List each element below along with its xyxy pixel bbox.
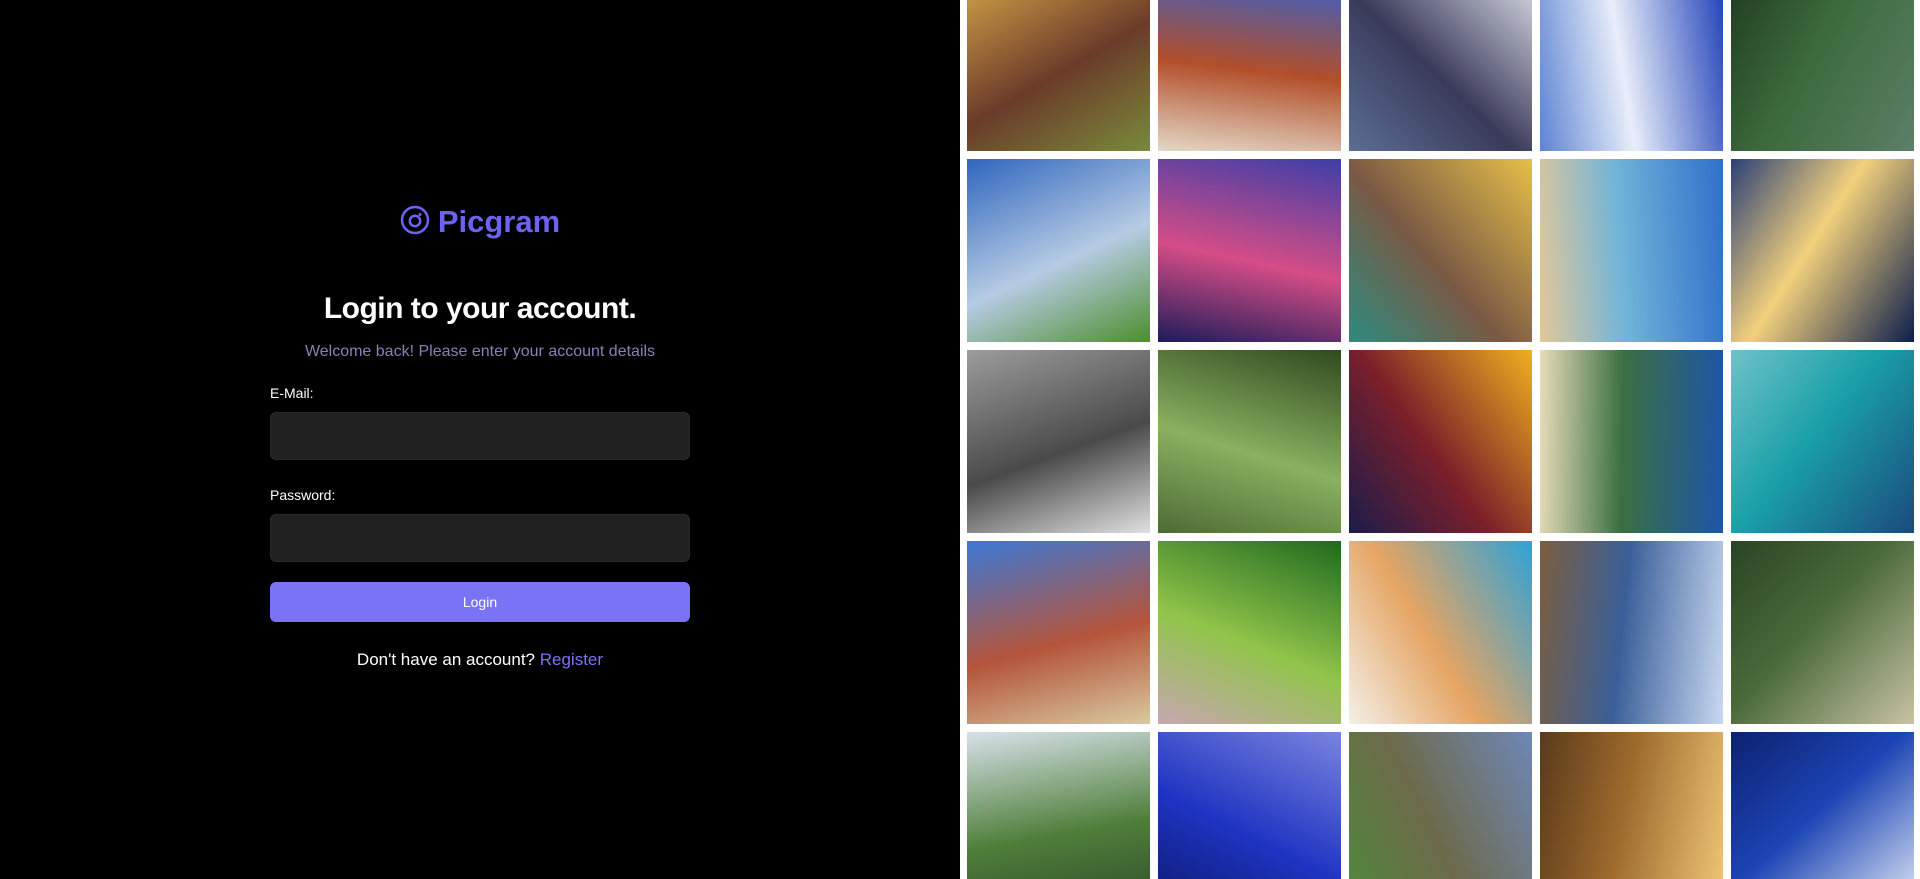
login-form: E-Mail: Password: Login: [270, 384, 690, 622]
photo-sea-shells: [1349, 159, 1532, 342]
photo-tea-plantation: [1731, 541, 1914, 724]
photo-green-tea-hills: [1731, 0, 1914, 151]
photo-valley-fields: [967, 732, 1150, 879]
password-group: Password:: [270, 486, 690, 562]
brand-name: Picgram: [437, 204, 561, 239]
photo-blue-pier: [1158, 732, 1341, 879]
no-account-text: Don't have an account?: [356, 650, 536, 669]
email-label: E-Mail:: [270, 385, 314, 401]
page-subtitle: Welcome back! Please enter your account …: [304, 343, 656, 360]
photo-forest-path: [1158, 350, 1341, 533]
photo-green-leaves: [1158, 541, 1341, 724]
photo-palm-beach: [1540, 159, 1723, 342]
photo-grid: [967, 0, 1914, 879]
photo-bottle-sunset: [1731, 159, 1914, 342]
register-link[interactable]: Register: [540, 650, 603, 669]
password-field[interactable]: [270, 514, 690, 562]
photo-snowy-mountain: [1540, 0, 1723, 151]
brand-logo: Picgram: [0, 204, 960, 240]
login-panel: Picgram Login to your account. Welcome b…: [0, 0, 960, 879]
email-field[interactable]: [270, 412, 690, 460]
photo-cottages: [967, 541, 1150, 724]
photo-blue-bay: [1731, 350, 1914, 533]
page-title: Login to your account.: [323, 292, 637, 325]
photo-camel-face: [967, 350, 1150, 533]
login-page: Picgram Login to your account. Welcome b…: [0, 0, 1920, 879]
photo-tropical-island: [1540, 350, 1723, 533]
photo-desert-rocks: [1540, 732, 1723, 879]
register-prompt: Don't have an account? Register: [0, 650, 960, 670]
photo-forbidden-city: [1158, 0, 1341, 151]
photo-hanging-shells: [1349, 541, 1532, 724]
photo-taj-mahal: [1349, 350, 1532, 533]
photo-bokeh-lights: [1158, 159, 1341, 342]
photo-gallery: [960, 0, 1920, 879]
photo-lake-pier: [1540, 541, 1723, 724]
login-button[interactable]: Login: [270, 582, 690, 622]
camera-circle-icon: [400, 205, 430, 240]
photo-spice-sacks: [967, 0, 1150, 151]
photo-grass-sky: [967, 159, 1150, 342]
photo-vineyard-lake: [1349, 732, 1532, 879]
photo-ocean-waves: [1349, 0, 1532, 151]
password-label: Password:: [270, 487, 336, 503]
photo-blue-mountain-lake: [1731, 732, 1914, 879]
